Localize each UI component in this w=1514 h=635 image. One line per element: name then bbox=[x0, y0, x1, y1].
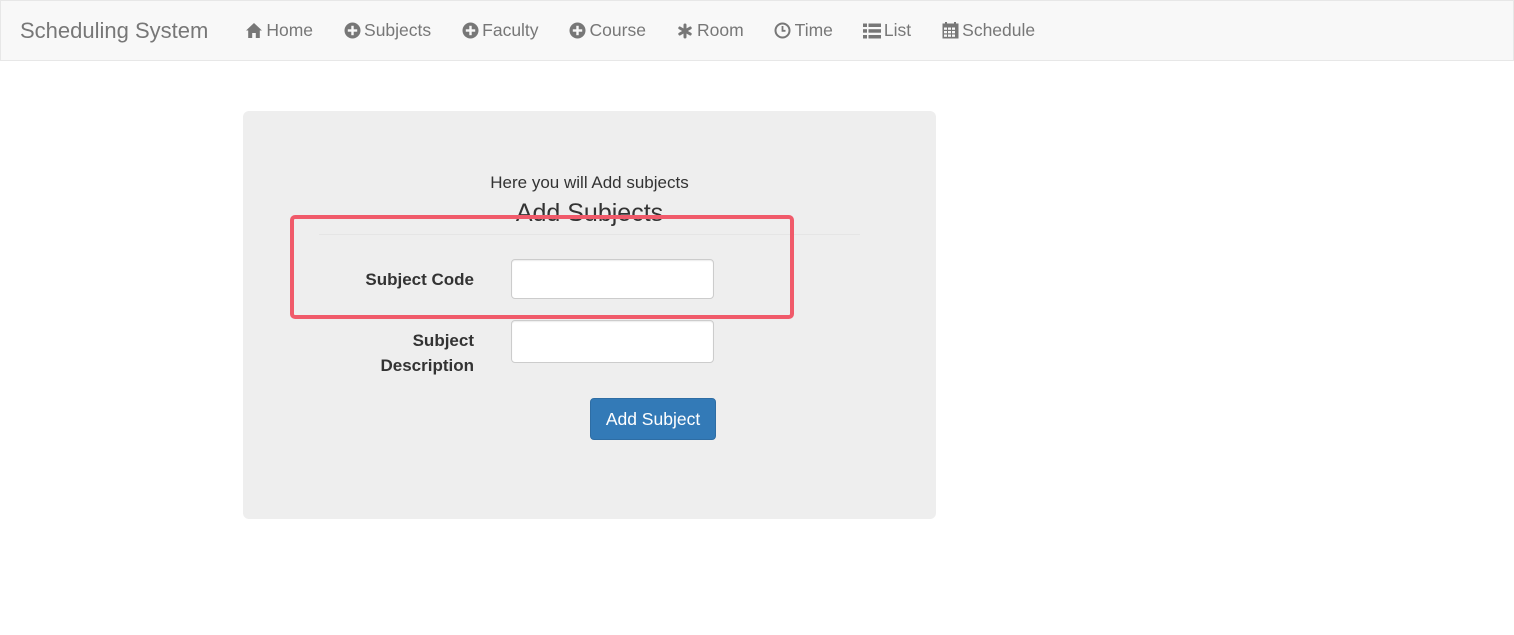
subject-code-label: Subject Code bbox=[365, 267, 474, 292]
list-icon bbox=[862, 22, 881, 40]
subject-description-label-line1: Subject bbox=[412, 331, 474, 350]
nav-item-label: Time bbox=[794, 20, 833, 40]
nav-item-schedule[interactable]: Schedule bbox=[941, 20, 1035, 41]
asterisk-icon bbox=[676, 22, 694, 40]
subject-description-label-line2: Description bbox=[380, 356, 474, 375]
plus-circle-icon bbox=[461, 22, 479, 40]
nav-item-label: Subjects bbox=[364, 20, 432, 40]
nav-item-label: List bbox=[883, 20, 912, 40]
nav-item-label: Course bbox=[589, 20, 646, 40]
nav-item-faculty[interactable]: Faculty bbox=[461, 20, 539, 41]
add-subject-button[interactable]: Add Subject bbox=[590, 398, 716, 440]
nav-item-label: Home bbox=[266, 20, 314, 40]
nav-item-room[interactable]: Room bbox=[676, 20, 744, 41]
subject-code-label-text: Subject Code bbox=[365, 270, 474, 289]
nav-item-home[interactable]: Home bbox=[245, 20, 313, 41]
nav-item-subjects[interactable]: Subjects bbox=[343, 20, 431, 41]
nav-item-time[interactable]: Time bbox=[774, 20, 833, 41]
brand-title[interactable]: Scheduling System bbox=[20, 18, 208, 44]
nav-item-list[interactable]: List bbox=[862, 20, 912, 41]
nav-item-course[interactable]: Course bbox=[569, 20, 646, 41]
plus-circle-icon bbox=[343, 22, 361, 40]
intro-text: Here you will Add subjects bbox=[490, 173, 689, 192]
form-legend: Add Subjects bbox=[319, 198, 860, 235]
nav-item-label: Faculty bbox=[482, 20, 539, 40]
top-navbar: Scheduling System Home Subjects Faculty … bbox=[0, 0, 1514, 61]
nav-item-label: Room bbox=[696, 20, 744, 40]
clock-icon bbox=[774, 22, 792, 40]
plus-circle-icon bbox=[569, 22, 587, 40]
subject-code-input[interactable] bbox=[511, 259, 714, 299]
nav-item-label: Schedule bbox=[962, 20, 1036, 40]
calendar-icon bbox=[941, 22, 959, 40]
subject-description-input[interactable] bbox=[511, 320, 714, 363]
add-subject-panel: Here you will Add subjects Add Subjects … bbox=[243, 111, 936, 519]
home-icon bbox=[245, 22, 263, 40]
subject-description-label: Subject Description bbox=[380, 328, 474, 378]
